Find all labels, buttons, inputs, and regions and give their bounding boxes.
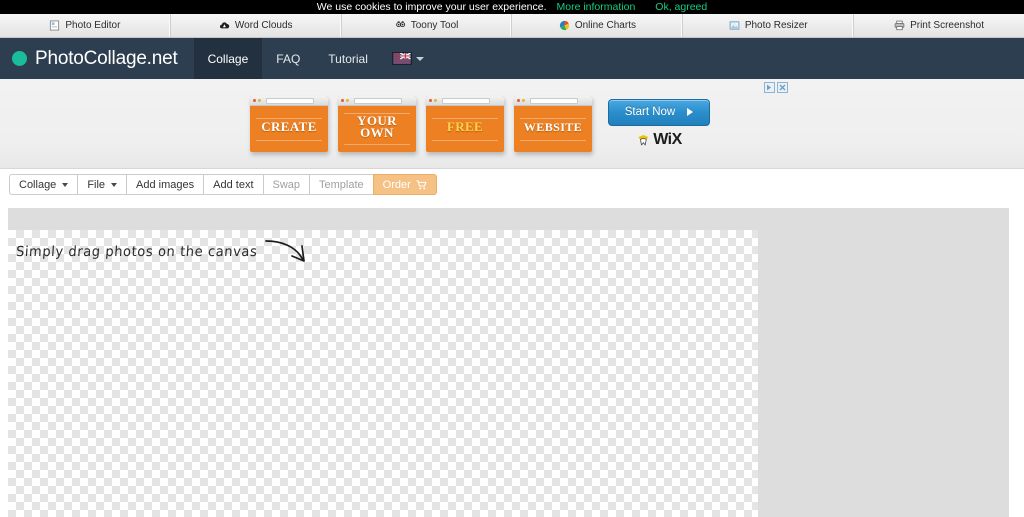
canvas-hint: Simply drag photos on the canvas xyxy=(15,237,311,267)
play-arrow-icon xyxy=(687,108,694,116)
partner-label: Toony Tool xyxy=(410,20,459,31)
partner-link-toony-tool[interactable]: Toony Tool xyxy=(342,14,513,37)
brand-name: PhotoCollage.net xyxy=(35,47,178,69)
template-button: Template xyxy=(309,174,373,195)
brand-logo[interactable]: PhotoCollage.net xyxy=(0,38,194,79)
browser-chrome-icon xyxy=(338,95,416,106)
file-menu-label: File xyxy=(87,178,106,191)
partner-label: Photo Editor xyxy=(65,20,121,31)
cookie-accept-link[interactable]: Ok, agreed xyxy=(655,0,707,14)
toony-tool-icon xyxy=(395,21,405,28)
nav-item-tutorial[interactable]: Tutorial xyxy=(314,38,382,79)
partner-label: Photo Resizer xyxy=(744,20,808,31)
wix-logo: WiX xyxy=(636,131,682,149)
partner-link-word-clouds[interactable]: Word Clouds xyxy=(171,14,342,37)
ad-card-label: WEBSITE xyxy=(523,120,583,134)
site-header: PhotoCollage.net Collage FAQ Tutorial xyxy=(0,38,1024,79)
ad-card-label: CREATE xyxy=(261,119,317,134)
photo-resizer-icon xyxy=(729,21,740,30)
browser-chrome-icon xyxy=(514,95,592,106)
canvas-hint-text: Simply drag photos on the canvas xyxy=(15,244,258,260)
toolbar-button-group: Collage File Add images Add text Swap Te… xyxy=(9,174,437,195)
editor-toolbar: Collage File Add images Add text Swap Te… xyxy=(0,169,1024,200)
ad-card: YOUR OWN xyxy=(338,95,416,152)
brand-dot-icon xyxy=(12,51,27,66)
partner-label: Print Screenshot xyxy=(910,20,985,31)
ad-card-label: FREE xyxy=(446,119,484,134)
ad-call-to-action: Start Now WiX xyxy=(608,98,710,149)
partner-label: Online Charts xyxy=(574,20,636,31)
ad-content: CREATE YOUR OWN FREE WEBSITE Start Now W… xyxy=(242,81,788,162)
close-icon[interactable] xyxy=(777,81,788,93)
wix-mascot-icon xyxy=(638,134,649,145)
collage-menu-button[interactable]: Collage xyxy=(9,174,78,195)
partner-sites-bar: Photo Editor Word Clouds Toony Tool Onli… xyxy=(0,14,1024,38)
partner-label: Word Clouds xyxy=(234,20,293,31)
partner-link-online-charts[interactable]: Online Charts xyxy=(512,14,684,37)
ad-card-label: YOUR OWN xyxy=(354,114,400,140)
browser-chrome-icon xyxy=(426,95,504,106)
nav-item-collage[interactable]: Collage xyxy=(193,38,263,79)
browser-chrome-icon xyxy=(250,95,328,106)
collage-canvas[interactable]: Simply drag photos on the canvas xyxy=(8,230,758,517)
curved-arrow-down-right-icon xyxy=(265,240,306,262)
ad-card: FREE xyxy=(426,95,504,152)
start-now-label: Start Now xyxy=(624,106,676,118)
chevron-down-icon xyxy=(415,56,424,61)
ad-card: CREATE xyxy=(250,95,328,152)
swap-label: Swap xyxy=(272,178,301,191)
photo-editor-icon xyxy=(50,20,60,31)
collage-menu-label: Collage xyxy=(19,178,57,191)
wix-wordmark: WiX xyxy=(653,130,682,148)
print-screenshot-icon xyxy=(894,20,905,31)
swap-button: Swap xyxy=(262,174,310,195)
ad-card-label-line2: OWN xyxy=(360,125,394,140)
editor-workspace[interactable]: Simply drag photos on the canvas xyxy=(8,208,1009,517)
add-text-button[interactable]: Add text xyxy=(203,174,263,195)
add-text-label: Add text xyxy=(213,178,254,191)
partner-link-photo-resizer[interactable]: Photo Resizer xyxy=(683,14,855,37)
order-button[interactable]: Order xyxy=(372,174,437,195)
cookie-message: We use cookies to improve your user expe… xyxy=(316,1,547,13)
template-label: Template xyxy=(319,178,364,191)
language-selector[interactable] xyxy=(382,38,434,79)
add-images-button[interactable]: Add images xyxy=(126,174,204,195)
file-menu-button[interactable]: File xyxy=(77,174,127,195)
adchoices-icon[interactable] xyxy=(764,81,775,93)
nav-item-faq[interactable]: FAQ xyxy=(262,38,314,79)
partner-link-photo-editor[interactable]: Photo Editor xyxy=(0,14,171,37)
cookie-more-information-link[interactable]: More information xyxy=(557,0,636,14)
ad-card: WEBSITE xyxy=(514,95,592,152)
start-now-button[interactable]: Start Now xyxy=(608,98,710,126)
ad-card-list: CREATE YOUR OWN FREE WEBSITE xyxy=(242,95,592,152)
online-charts-icon xyxy=(559,20,569,31)
chevron-down-icon xyxy=(111,182,118,187)
advertisement-banner[interactable]: CREATE YOUR OWN FREE WEBSITE Start Now W… xyxy=(0,79,1024,169)
chevron-down-icon xyxy=(62,182,69,187)
add-images-label: Add images xyxy=(136,178,195,191)
uk-us-flag-icon xyxy=(391,52,412,65)
ad-controls xyxy=(764,81,788,93)
cookie-consent-bar: We use cookies to improve your user expe… xyxy=(0,0,1024,14)
order-label: Order xyxy=(382,178,411,191)
cart-icon xyxy=(416,179,427,189)
word-clouds-icon xyxy=(219,22,230,29)
partner-link-print-screenshot[interactable]: Print Screenshot xyxy=(854,14,1024,37)
